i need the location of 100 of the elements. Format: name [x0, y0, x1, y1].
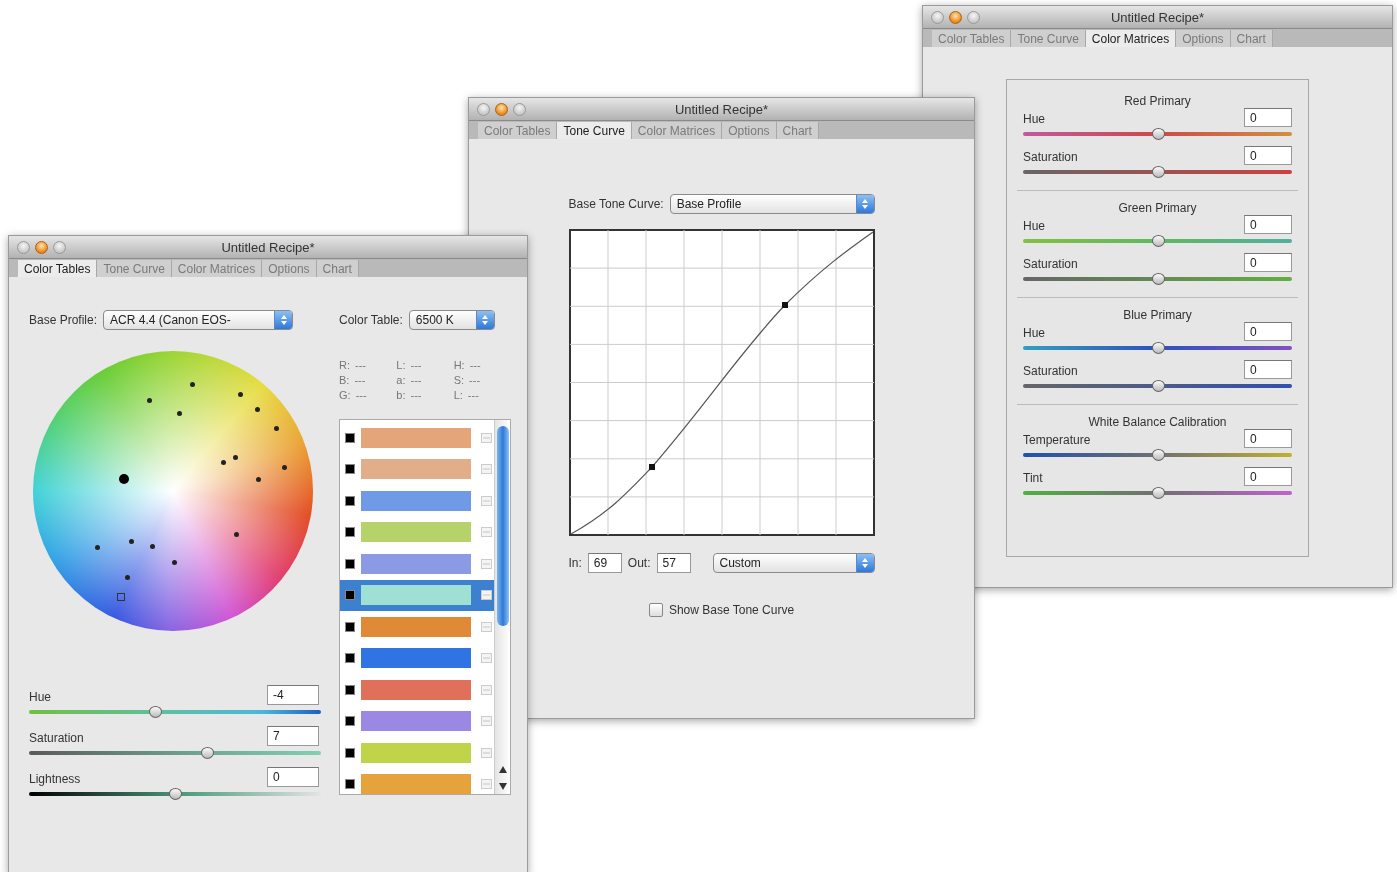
square-marker-icon [345, 495, 355, 506]
window-title: Untitled Recipe* [674, 101, 769, 117]
sample-point[interactable] [150, 544, 155, 549]
slider-label: Temperature [1023, 433, 1091, 448]
sample-point[interactable] [233, 455, 238, 460]
tone-curve-graph[interactable] [568, 229, 875, 536]
zoom-button[interactable] [53, 240, 66, 254]
slider-track[interactable] [1023, 379, 1292, 393]
slider-track[interactable] [1023, 448, 1292, 462]
slider-label: Saturation [1023, 257, 1078, 272]
close-button[interactable] [931, 10, 944, 24]
sample-point[interactable] [190, 382, 195, 387]
group-heading: White Balance Calibration [1087, 415, 1228, 429]
group-heading: Green Primary [1117, 201, 1198, 215]
up-down-arrows-icon [274, 311, 293, 329]
slider-label: Hue [1023, 112, 1045, 127]
value-field[interactable]: -4 [267, 685, 319, 705]
sample-point[interactable] [177, 411, 182, 416]
value-field[interactable]: 0 [1244, 322, 1292, 341]
profile-dropdown[interactable]: ACR 4.4 (Canon EOS- [103, 310, 294, 330]
value-field[interactable]: 0 [1244, 429, 1292, 448]
value-field[interactable]: 0 [1244, 467, 1292, 486]
sample-point[interactable] [119, 474, 129, 484]
minimize-button[interactable] [495, 102, 508, 116]
checkbox-label[interactable]: Show Base Tone Curve [668, 603, 795, 617]
value-field[interactable]: 0 [1244, 146, 1292, 165]
slider-thumb[interactable] [1151, 128, 1165, 140]
value-field[interactable]: 57 [656, 553, 691, 573]
group-heading: Red Primary [1123, 94, 1192, 108]
close-button[interactable] [17, 240, 30, 254]
readout-label: H: [453, 359, 465, 371]
sample-point[interactable] [238, 392, 243, 397]
sample-point[interactable] [274, 426, 279, 431]
slider-thumb[interactable] [1151, 342, 1165, 354]
slider-thumb[interactable] [1151, 273, 1165, 285]
value-field[interactable]: 0 [1244, 215, 1292, 234]
minus-icon[interactable] [481, 590, 492, 601]
slider-track[interactable] [1023, 234, 1292, 248]
up-down-arrows-icon [475, 311, 494, 329]
sample-point[interactable] [147, 398, 152, 403]
slider-thumb[interactable] [1151, 235, 1165, 247]
up-arrow-icon[interactable] [498, 766, 507, 773]
sample-point[interactable] [282, 465, 287, 470]
readout-value: --- [410, 389, 422, 401]
sample-point[interactable] [172, 560, 177, 565]
sample-point[interactable] [256, 477, 261, 482]
value-field[interactable]: 0 [267, 767, 319, 787]
square-marker-icon [345, 527, 355, 538]
slider-thumb[interactable] [201, 747, 215, 759]
slider-thumb[interactable] [1151, 487, 1165, 499]
value-field[interactable]: 7 [267, 726, 319, 746]
square-marker-icon [345, 621, 355, 632]
minimize-button[interactable] [949, 10, 962, 24]
readout-label: S: [453, 374, 465, 386]
sample-point[interactable] [234, 532, 239, 537]
slider-track[interactable] [1023, 341, 1292, 355]
slider-track[interactable] [1023, 486, 1292, 500]
curve-dropdown[interactable]: Base Profile [669, 194, 875, 214]
value-field[interactable]: 0 [1244, 108, 1292, 127]
tab[interactable]: Color Matrices [1085, 30, 1177, 47]
readout-label: G: [339, 389, 351, 401]
readout-value: --- [410, 359, 422, 371]
slider-thumb[interactable] [1151, 449, 1165, 461]
square-marker-icon [345, 716, 355, 727]
tab[interactable]: Color Tables [18, 260, 98, 277]
scrollbar[interactable] [494, 420, 510, 794]
slider-thumb[interactable] [169, 788, 182, 800]
group-heading: Blue Primary [1122, 308, 1193, 322]
color-table-dropdown[interactable]: 6500 K [408, 310, 495, 330]
slider-track[interactable] [29, 746, 321, 760]
down-arrow-icon[interactable] [498, 783, 507, 790]
readout-label: a: [396, 374, 406, 386]
slider-track[interactable] [29, 705, 321, 719]
sample-point[interactable] [255, 407, 260, 412]
checkbox[interactable] [648, 603, 663, 617]
slider-thumb[interactable] [1151, 380, 1165, 392]
readout-value: --- [469, 359, 481, 371]
tab[interactable]: Tone Curve [557, 122, 632, 139]
minimize-button[interactable] [35, 240, 48, 254]
slider-track[interactable] [1023, 165, 1292, 179]
sample-point[interactable] [129, 539, 134, 544]
zoom-button[interactable] [967, 10, 980, 24]
slider-thumb[interactable] [148, 706, 162, 718]
curve-preset-dropdown[interactable]: Custom [712, 553, 875, 573]
swatch-row[interactable] [340, 579, 494, 611]
slider-track[interactable] [1023, 272, 1292, 286]
slider-thumb[interactable] [1151, 166, 1165, 178]
value-field[interactable]: 0 [1244, 360, 1292, 379]
sample-point[interactable] [95, 545, 100, 550]
close-button[interactable] [477, 102, 490, 116]
scroll-thumb[interactable] [497, 426, 509, 626]
readout-label: B: [339, 374, 350, 386]
value-field[interactable]: 0 [1244, 253, 1292, 272]
value-field[interactable]: 69 [587, 553, 622, 573]
slider-label: Lightness [29, 772, 81, 787]
slider-track[interactable] [1023, 127, 1292, 141]
readout-label: L: [396, 359, 406, 371]
slider-track[interactable] [29, 787, 321, 801]
sample-point[interactable] [221, 460, 226, 465]
zoom-button[interactable] [513, 102, 526, 116]
